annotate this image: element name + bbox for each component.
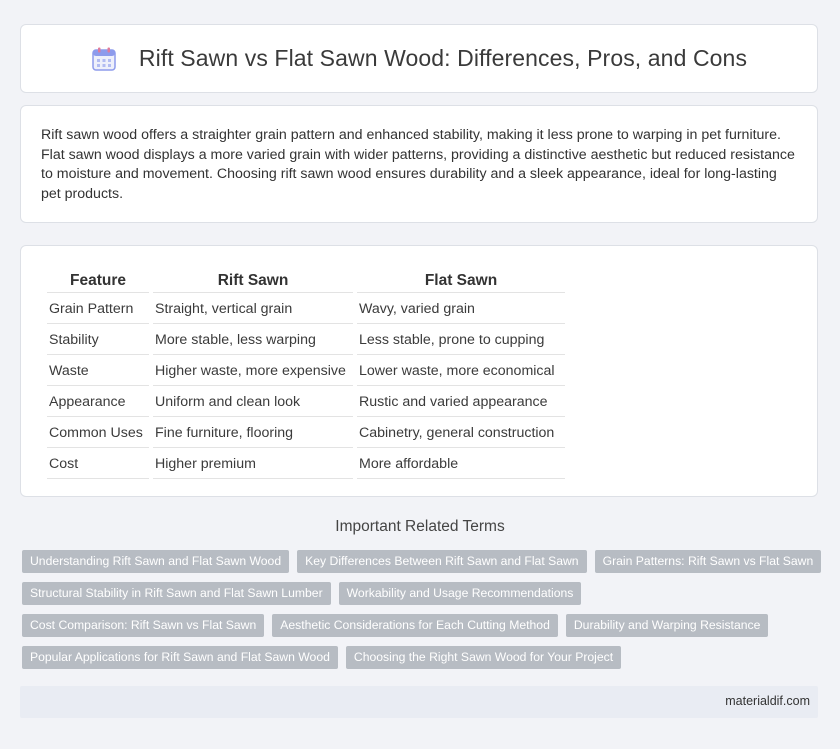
intro-paragraph: Rift sawn wood offers a straighter grain…: [41, 127, 795, 202]
table-cell: Appearance: [47, 388, 149, 417]
table-cell: Higher premium: [153, 450, 353, 479]
table-header-row: Feature Rift Sawn Flat Sawn: [47, 268, 565, 293]
page-title: Rift Sawn vs Flat Sawn Wood: Differences…: [138, 45, 748, 71]
footer: materialdif.com: [20, 686, 818, 718]
table-cell: More affordable: [357, 450, 565, 479]
related-term-tag[interactable]: Structural Stability in Rift Sawn and Fl…: [22, 582, 331, 605]
table-cell: Stability: [47, 326, 149, 355]
related-term-tag[interactable]: Aesthetic Considerations for Each Cuttin…: [272, 614, 558, 637]
table-row: Appearance Uniform and clean look Rustic…: [47, 388, 565, 417]
table-row: Waste Higher waste, more expensive Lower…: [47, 357, 565, 386]
table-cell: Higher waste, more expensive: [153, 357, 353, 386]
table-row: Common Uses Fine furniture, flooring Cab…: [47, 419, 565, 448]
column-header-flat-sawn: Flat Sawn: [357, 268, 565, 293]
table-cell: Uniform and clean look: [153, 388, 353, 417]
table-cell: Grain Pattern: [47, 295, 149, 324]
table-cell: Cost: [47, 450, 149, 479]
table-cell: Less stable, prone to cupping: [357, 326, 565, 355]
related-term-tag[interactable]: Understanding Rift Sawn and Flat Sawn Wo…: [22, 550, 290, 573]
header-card: Rift Sawn vs Flat Sawn Wood: Differences…: [20, 24, 818, 93]
related-term-tag[interactable]: Choosing the Right Sawn Wood for Your Pr…: [345, 646, 622, 669]
table-cell: Fine furniture, flooring: [153, 419, 353, 448]
footer-site-name[interactable]: materialdif.com: [725, 694, 810, 708]
column-header-feature: Feature: [47, 268, 149, 293]
related-terms-list: Understanding Rift Sawn and Flat Sawn Wo…: [22, 550, 822, 669]
related-term-tag[interactable]: Popular Applications for Rift Sawn and F…: [22, 646, 338, 669]
related-term-tag[interactable]: Key Differences Between Rift Sawn and Fl…: [297, 550, 587, 573]
related-term-tag[interactable]: Grain Patterns: Rift Sawn vs Flat Sawn: [594, 550, 822, 573]
table-row: Cost Higher premium More affordable: [47, 450, 565, 479]
table-cell: Common Uses: [47, 419, 149, 448]
table-cell: Wavy, varied grain: [357, 295, 565, 324]
comparison-card: Feature Rift Sawn Flat Sawn Grain Patter…: [20, 245, 818, 497]
table-cell: Cabinetry, general construction: [357, 419, 565, 448]
table-cell: Waste: [47, 357, 149, 386]
table-cell: Straight, vertical grain: [153, 295, 353, 324]
table-cell: Lower waste, more economical: [357, 357, 565, 386]
title-wrap: Rift Sawn vs Flat Sawn Wood: Differences…: [91, 45, 747, 72]
intro-card: Rift sawn wood offers a straighter grain…: [20, 105, 818, 223]
related-terms-heading: Important Related Terms: [335, 518, 505, 535]
table-cell: Rustic and varied appearance: [357, 388, 565, 417]
table-cell: More stable, less warping: [153, 326, 353, 355]
table-row: Stability More stable, less warping Less…: [47, 326, 565, 355]
related-term-tag[interactable]: Cost Comparison: Rift Sawn vs Flat Sawn: [22, 614, 265, 637]
table-row: Grain Pattern Straight, vertical grain W…: [47, 295, 565, 324]
comparison-table: Feature Rift Sawn Flat Sawn Grain Patter…: [43, 266, 569, 481]
column-header-rift-sawn: Rift Sawn: [153, 268, 353, 293]
related-term-tag[interactable]: Workability and Usage Recommendations: [338, 582, 582, 605]
calendar-icon: [91, 46, 117, 72]
related-term-tag[interactable]: Durability and Warping Resistance: [565, 614, 769, 637]
